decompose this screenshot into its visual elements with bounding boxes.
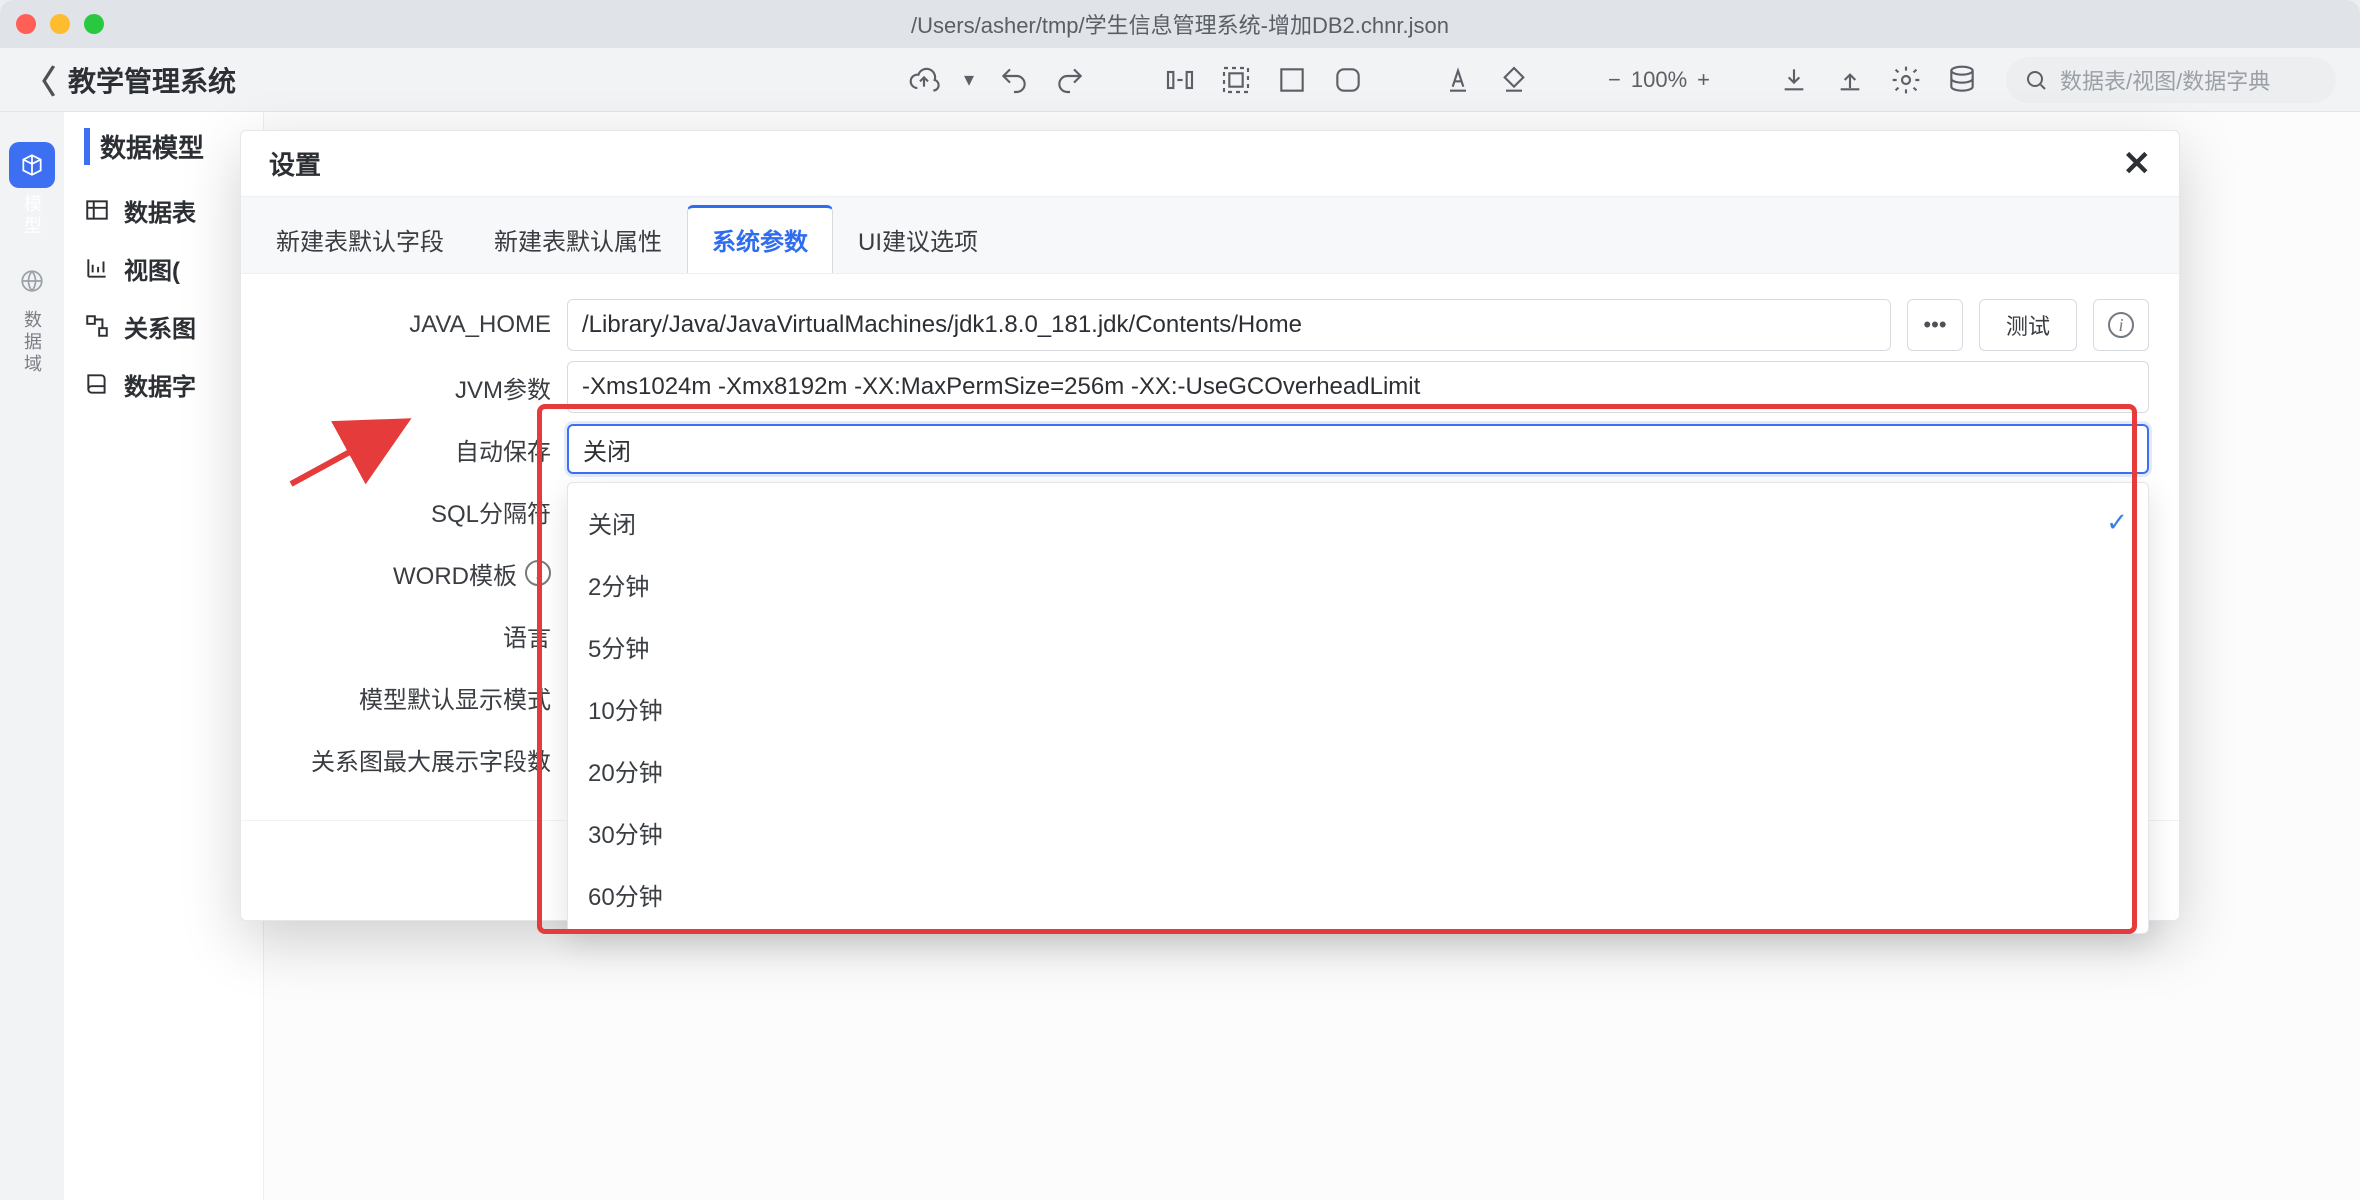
left-rail: 模型 数据域 bbox=[0, 112, 64, 1200]
autosave-select[interactable]: 关闭 bbox=[567, 424, 2149, 474]
window-maximize-icon[interactable] bbox=[84, 14, 104, 34]
model-tree: 数据模型 数据表 视图( 关系图 数据字 bbox=[64, 112, 264, 1200]
autosave-dropdown: 关闭✓ 2分钟 5分钟 10分钟 20分钟 30分钟 60分钟 bbox=[567, 482, 2149, 934]
zoom-out-icon[interactable]: − bbox=[1608, 67, 1621, 93]
rectangle-icon[interactable] bbox=[1276, 64, 1308, 96]
modal-title: 设置 bbox=[269, 145, 321, 182]
cloud-upload-icon[interactable] bbox=[908, 64, 940, 96]
main-toolbar: 〈 教学管理系统 ▾ − 100% + 数据表/视图/数据字典 bbox=[0, 48, 2360, 112]
sql-sep-label: SQL分隔符 bbox=[271, 494, 551, 529]
distribute-icon[interactable] bbox=[1164, 64, 1196, 96]
tree-item-relations[interactable]: 关系图 bbox=[84, 297, 263, 355]
database-icon[interactable] bbox=[1946, 64, 1978, 96]
tree-item-tables[interactable]: 数据表 bbox=[84, 181, 263, 239]
word-tpl-label: WORD模板i bbox=[271, 556, 551, 591]
rounded-rect-icon[interactable] bbox=[1332, 64, 1364, 96]
model-default-label: 模型默认显示模式 bbox=[271, 680, 551, 715]
cube-icon bbox=[19, 152, 45, 178]
upload-icon[interactable] bbox=[1834, 64, 1866, 96]
autosave-option[interactable]: 20分钟 bbox=[568, 739, 2148, 801]
book-icon bbox=[84, 371, 110, 397]
undo-icon[interactable] bbox=[998, 64, 1030, 96]
search-input[interactable]: 数据表/视图/数据字典 bbox=[2006, 57, 2336, 103]
chevron-left-icon: 〈 bbox=[24, 57, 56, 103]
autosave-option[interactable]: 2分钟 bbox=[568, 553, 2148, 615]
tab-sys-params[interactable]: 系统参数 bbox=[687, 205, 833, 273]
autosave-option[interactable]: 60分钟 bbox=[568, 863, 2148, 925]
test-button[interactable]: 测试 bbox=[1979, 299, 2077, 351]
rail-item-domain[interactable]: 数据域 bbox=[9, 258, 55, 376]
autosave-option[interactable]: 10分钟 bbox=[568, 677, 2148, 739]
jvm-label: JVM参数 bbox=[271, 370, 551, 405]
fill-color-icon[interactable] bbox=[1498, 64, 1530, 96]
java-home-input[interactable] bbox=[567, 299, 1891, 351]
tab-default-fields[interactable]: 新建表默认字段 bbox=[251, 205, 469, 273]
tab-ui-options[interactable]: UI建议选项 bbox=[833, 205, 1003, 273]
back-button[interactable]: 〈 教学管理系统 bbox=[24, 57, 236, 103]
download-icon[interactable] bbox=[1778, 64, 1810, 96]
rail-item-model[interactable]: 模型 bbox=[9, 142, 55, 238]
info-icon: i bbox=[2108, 312, 2134, 338]
tab-default-props[interactable]: 新建表默认属性 bbox=[469, 205, 687, 273]
autosave-option[interactable]: 关闭✓ bbox=[568, 491, 2148, 553]
java-home-label: JAVA_HOME bbox=[271, 311, 551, 339]
gear-icon[interactable] bbox=[1890, 64, 1922, 96]
tree-title: 数据模型 bbox=[84, 128, 263, 165]
diagram-icon bbox=[84, 313, 110, 339]
lang-label: 语言 bbox=[271, 618, 551, 653]
zoom-control[interactable]: − 100% + bbox=[1608, 67, 1710, 93]
close-icon[interactable]: ✕ bbox=[2123, 144, 2152, 184]
window-titlebar: /Users/asher/tmp/学生信息管理系统-增加DB2.chnr.jso… bbox=[0, 0, 2360, 48]
table-icon bbox=[84, 197, 110, 223]
check-icon: ✓ bbox=[2106, 507, 2128, 538]
arrow-annotation bbox=[281, 414, 421, 494]
autosave-option[interactable]: 5分钟 bbox=[568, 615, 2148, 677]
zoom-level: 100% bbox=[1631, 67, 1687, 93]
search-icon bbox=[2024, 68, 2048, 92]
text-color-icon[interactable] bbox=[1442, 64, 1474, 96]
settings-modal: 设置 ✕ 新建表默认字段 新建表默认属性 系统参数 UI建议选项 JAVA_HO… bbox=[240, 130, 2180, 921]
browse-button[interactable]: ••• bbox=[1907, 299, 1963, 351]
max-fields-label: 关系图最大展示字段数 bbox=[271, 742, 551, 777]
tree-item-dictionary[interactable]: 数据字 bbox=[84, 355, 263, 413]
chart-icon bbox=[84, 255, 110, 281]
window-close-icon[interactable] bbox=[16, 14, 36, 34]
window-minimize-icon[interactable] bbox=[50, 14, 70, 34]
window-title: /Users/asher/tmp/学生信息管理系统-增加DB2.chnr.jso… bbox=[911, 8, 1449, 40]
chevron-down-icon[interactable]: ▾ bbox=[964, 67, 974, 92]
zoom-in-icon[interactable]: + bbox=[1697, 67, 1710, 93]
settings-tabs: 新建表默认字段 新建表默认属性 系统参数 UI建议选项 bbox=[241, 197, 2179, 274]
globe-icon bbox=[19, 268, 45, 294]
group-icon[interactable] bbox=[1220, 64, 1252, 96]
info-button[interactable]: i bbox=[2093, 299, 2149, 351]
jvm-input[interactable] bbox=[567, 361, 2149, 413]
info-icon: i bbox=[525, 560, 551, 586]
search-placeholder: 数据表/视图/数据字典 bbox=[2060, 64, 2270, 96]
project-name: 教学管理系统 bbox=[68, 60, 236, 100]
redo-icon[interactable] bbox=[1054, 64, 1086, 96]
tree-item-views[interactable]: 视图( bbox=[84, 239, 263, 297]
autosave-option[interactable]: 30分钟 bbox=[568, 801, 2148, 863]
